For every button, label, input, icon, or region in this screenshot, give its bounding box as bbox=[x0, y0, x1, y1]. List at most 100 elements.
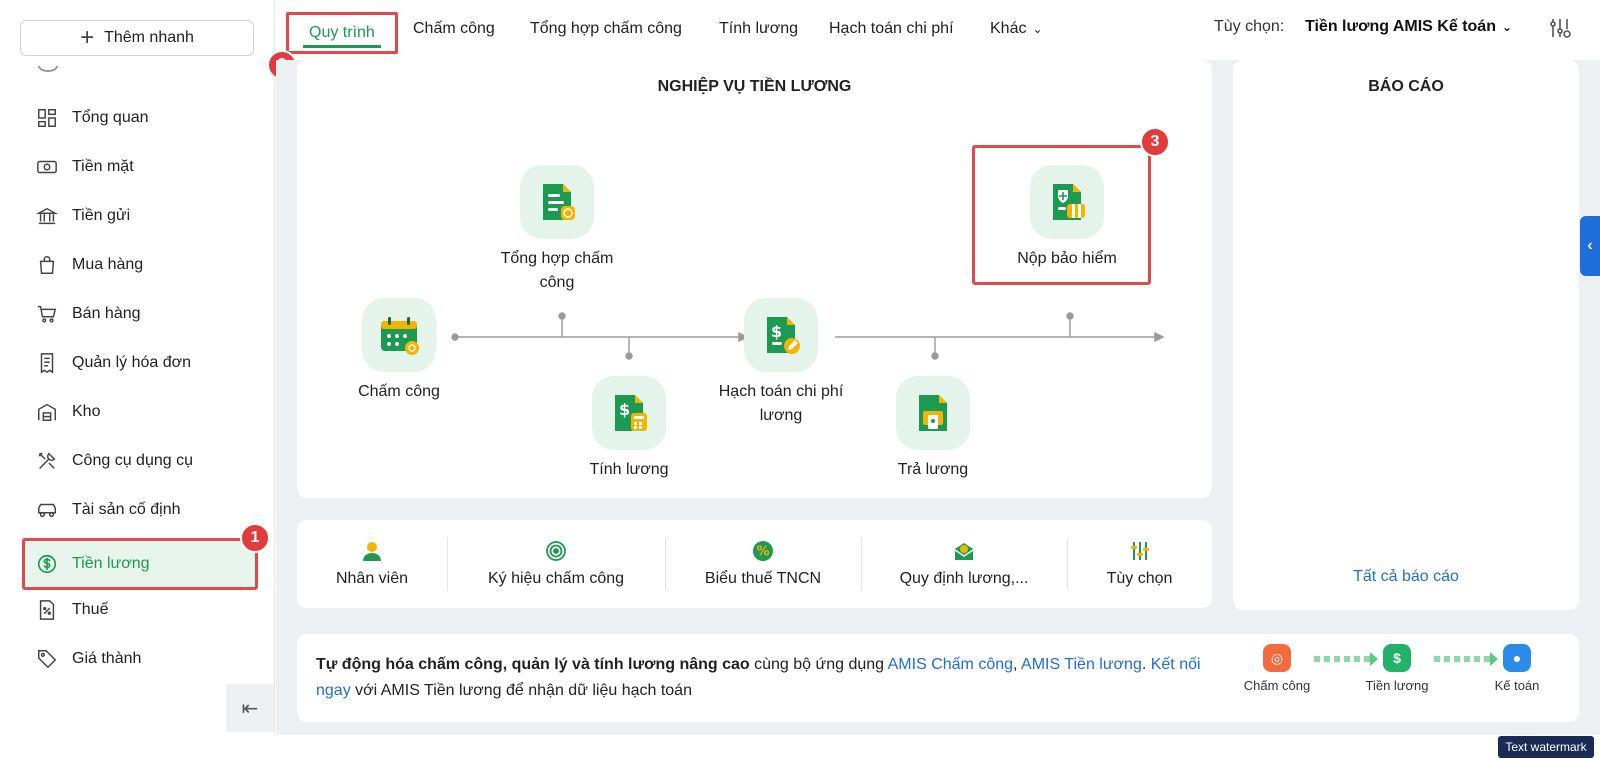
sidebar-item-label: Tiền gửi bbox=[72, 207, 131, 224]
flow-node-timekeeping-summary[interactable]: Tổng hợp chấm công bbox=[497, 165, 617, 295]
sidebar-item-tax[interactable]: Thuế bbox=[22, 585, 258, 635]
app-label: Tiền lương bbox=[1365, 678, 1429, 693]
sidebar-item-purchase[interactable]: Mua hàng bbox=[22, 240, 258, 290]
banner-text-part: cùng bộ ứng dụng bbox=[749, 656, 888, 673]
tab-other-label: Khác bbox=[990, 20, 1027, 37]
options-dropdown[interactable]: Tiền lương AMIS Kế toán ⌄ bbox=[1305, 18, 1512, 36]
sidebar-item-sales[interactable]: Bán hàng bbox=[22, 289, 258, 339]
scrolled-item-peek bbox=[38, 66, 158, 76]
chevron-left-icon: ‹ bbox=[1587, 237, 1593, 254]
app-label: Chấm công bbox=[1243, 678, 1311, 693]
banner-text-part: với AMIS Tiền lương để nhận dữ liệu hạch… bbox=[350, 682, 692, 699]
sidebar-item-label: Tổng quan bbox=[72, 109, 149, 126]
sliders-icon bbox=[1130, 542, 1149, 560]
insurance-highlight-box bbox=[972, 145, 1151, 285]
fingerprint-icon bbox=[546, 541, 566, 561]
sidebar-item-fixed-assets[interactable]: Tài sản cố định bbox=[22, 485, 258, 535]
options-value: Tiền lương AMIS Kế toán bbox=[1305, 18, 1496, 35]
svg-text:$: $ bbox=[619, 400, 630, 419]
tab-payroll-calc[interactable]: Tính lương bbox=[719, 20, 798, 38]
sidebar-item-cash[interactable]: Tiền mặt bbox=[22, 142, 258, 192]
sidebar-item-label: Tài sản cố định bbox=[72, 501, 181, 518]
payment-doc-icon bbox=[896, 376, 970, 450]
flow-node-cost-accounting[interactable]: $ Hạch toán chi phí lương bbox=[711, 298, 851, 428]
invoice-icon bbox=[40, 353, 54, 374]
sidebar-item-label: Giá thành bbox=[72, 650, 142, 667]
collapse-sidebar-button[interactable]: ⇤ bbox=[226, 684, 274, 732]
setting-timekeeping-symbols[interactable]: Ký hiệu chấm công bbox=[447, 520, 665, 608]
banner-bold-text: Tự động hóa chấm công, quản lý và tính l… bbox=[316, 656, 750, 673]
side-panel-toggle[interactable]: ‹ bbox=[1580, 216, 1600, 276]
integration-banner: Tự động hóa chấm công, quản lý và tính l… bbox=[297, 634, 1579, 722]
percent-icon: % bbox=[753, 541, 773, 561]
sidebar-item-label: Tiền lương bbox=[72, 555, 150, 572]
tag-icon bbox=[38, 650, 57, 669]
calculator-doc-icon: $ bbox=[592, 376, 666, 450]
sidebar-item-label: Thuế bbox=[72, 601, 109, 618]
setting-label: Ký hiệu chấm công bbox=[487, 570, 625, 587]
warehouse-icon bbox=[38, 403, 56, 421]
sidebar-item-label: Kho bbox=[72, 403, 101, 420]
options-label: Tùy chọn: bbox=[1214, 18, 1285, 35]
setting-label: Tùy chọn bbox=[1106, 570, 1173, 587]
amis-payroll-link[interactable]: AMIS Tiền lương bbox=[1021, 656, 1142, 673]
tab-timekeeping-summary[interactable]: Tổng hợp chấm công bbox=[530, 20, 682, 38]
flow-node-label: Chấm công bbox=[358, 383, 440, 400]
flow-node-label: Hạch toán chi phí lương bbox=[718, 383, 844, 424]
tab-other[interactable]: Khác ⌄ bbox=[990, 20, 1043, 38]
document-summary-icon bbox=[520, 165, 594, 239]
sidebar-item-payroll[interactable]: Tiền lương bbox=[22, 538, 258, 590]
tax-icon bbox=[39, 600, 55, 620]
setting-employees[interactable]: Nhân viên bbox=[297, 520, 447, 608]
sidebar-item-invoice[interactable]: Quản lý hóa đơn bbox=[22, 338, 258, 388]
report-title: BÁO CÁO bbox=[1368, 78, 1444, 95]
accounting-app-icon: ● bbox=[1503, 644, 1531, 672]
tab-cost-accounting[interactable]: Hạch toán chi phí bbox=[829, 20, 954, 38]
sidebar-item-tools[interactable]: Công cụ dụng cụ bbox=[22, 436, 258, 486]
calendar-icon bbox=[362, 298, 436, 372]
app-payroll: $ Tiền lương bbox=[1362, 644, 1432, 693]
sidebar-item-warehouse[interactable]: Kho bbox=[22, 387, 258, 437]
tab-process[interactable]: Quy trình bbox=[286, 12, 398, 54]
tools-icon bbox=[38, 452, 56, 469]
settings-strip: Nhân viên Ký hiệu chấm công % Biểu thuế … bbox=[297, 520, 1212, 608]
shopping-bag-icon bbox=[39, 256, 55, 274]
amis-timekeeping-link[interactable]: AMIS Chấm công bbox=[888, 656, 1013, 673]
setting-salary-rules[interactable]: Quy định lương,... bbox=[861, 520, 1067, 608]
chevron-down-icon: ⌄ bbox=[1501, 20, 1513, 34]
sidebar-item-label: Tiền mặt bbox=[72, 158, 134, 175]
flow-node-pay-salary[interactable]: Trả lương bbox=[873, 376, 993, 482]
chevron-down-icon: ⌄ bbox=[1032, 22, 1043, 36]
setting-pit-rates[interactable]: % Biểu thuế TNCN bbox=[665, 520, 861, 608]
step-badge-3: 3 bbox=[1140, 127, 1170, 157]
sidebar-item-label: Bán hàng bbox=[72, 305, 141, 322]
flow-node-timekeeping[interactable]: Chấm công bbox=[339, 298, 459, 404]
quick-add-button[interactable]: + Thêm nhanh bbox=[20, 20, 254, 56]
sidebar-item-overview[interactable]: Tổng quan bbox=[22, 93, 258, 143]
user-icon bbox=[363, 542, 381, 561]
setting-options[interactable]: Tùy chọn bbox=[1067, 520, 1212, 608]
bank-icon bbox=[36, 207, 58, 225]
all-reports-link[interactable]: Tất cả báo cáo bbox=[1233, 568, 1579, 586]
setting-label: Biểu thuế TNCN bbox=[704, 570, 822, 587]
banner-text: Tự động hóa chấm công, quản lý và tính l… bbox=[316, 652, 1216, 704]
tab-timekeeping[interactable]: Chấm công bbox=[413, 20, 495, 38]
settings-sliders-icon[interactable] bbox=[1548, 16, 1572, 40]
svg-text:$: $ bbox=[771, 322, 782, 341]
money-envelope-icon bbox=[954, 543, 974, 560]
flow-node-label: Tính lương bbox=[589, 461, 669, 478]
app-label: Kế toán bbox=[1494, 678, 1540, 693]
app-timekeeping: ◎ Chấm công bbox=[1242, 644, 1312, 693]
sidebar-item-deposit[interactable]: Tiền gửi bbox=[22, 191, 258, 241]
setting-label: Quy định lương,... bbox=[899, 570, 1029, 587]
cart-icon bbox=[37, 305, 57, 323]
sidebar-item-cost-price[interactable]: Giá thành bbox=[22, 634, 258, 684]
plus-icon: + bbox=[80, 24, 95, 51]
fingerprint-app-icon: ◎ bbox=[1263, 644, 1291, 672]
dollar-circle-icon bbox=[37, 554, 57, 574]
flow-node-payroll-calc[interactable]: $ Tính lương bbox=[569, 376, 689, 482]
banner-text-part: . bbox=[1141, 656, 1151, 673]
quick-add-label: Thêm nhanh bbox=[104, 29, 194, 46]
flow-node-label: Tổng hợp chấm công bbox=[500, 250, 614, 291]
app-accounting: ● Kế toán bbox=[1482, 644, 1552, 693]
